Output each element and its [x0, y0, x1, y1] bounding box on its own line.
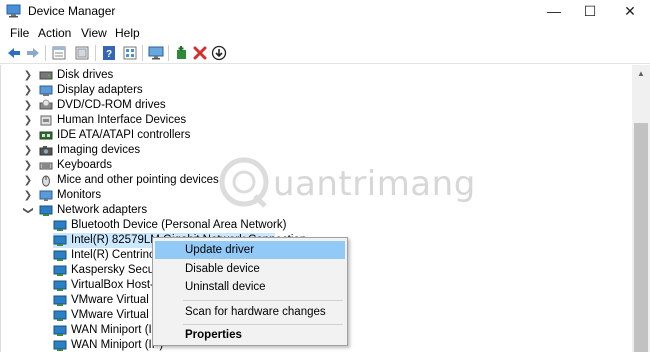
tree-label: DVD/CD-ROM drives	[57, 99, 166, 111]
tree-label: Keyboards	[57, 159, 112, 171]
view-icon[interactable]	[122, 45, 138, 61]
maximize-button[interactable]: ☐	[570, 0, 610, 23]
chevron-right-icon[interactable]: ❯	[23, 128, 33, 143]
device-manager-icon	[6, 4, 21, 18]
network-adapter-icon	[53, 295, 67, 306]
context-menu: Update driver Disable device Uninstall d…	[152, 237, 348, 346]
camera-icon	[39, 146, 53, 156]
tree-label: Monitors	[57, 189, 102, 201]
tree-category-ide[interactable]: ❯ IDE ATA/ATAPI controllers	[23, 128, 423, 143]
show-hidden-icon[interactable]	[74, 45, 90, 61]
network-adapter-icon	[53, 340, 67, 351]
tree-label: Human Interface Devices	[57, 114, 187, 126]
tree-label: Bluetooth Device (Personal Area Network)	[71, 219, 287, 231]
dvd-drive-icon	[39, 99, 53, 110]
network-adapter-icon	[39, 205, 53, 216]
ctx-separator	[183, 300, 343, 301]
tree-category-hid[interactable]: ❯ Human Interface Devices	[23, 113, 423, 128]
properties-icon[interactable]	[51, 45, 67, 61]
forward-icon[interactable]	[25, 45, 41, 61]
ctx-properties[interactable]: Properties	[155, 326, 345, 344]
hid-icon	[40, 115, 52, 126]
tree-category-imaging[interactable]: ❯ Imaging devices	[23, 143, 423, 158]
chevron-right-icon[interactable]: ❯	[23, 173, 33, 188]
tree-label: Imaging devices	[57, 144, 141, 156]
monitor-icon[interactable]	[148, 45, 164, 61]
tree-label: Disk drives	[57, 69, 114, 81]
network-adapter-icon	[53, 325, 67, 336]
ctx-disable-device[interactable]: Disable device	[155, 260, 345, 278]
ide-controller-icon	[39, 131, 53, 140]
chevron-right-icon[interactable]: ❯	[23, 158, 33, 173]
menu-file[interactable]: File	[10, 26, 29, 40]
chevron-right-icon[interactable]: ❯	[23, 143, 33, 158]
network-adapter-icon	[53, 250, 67, 261]
vertical-scrollbar[interactable]: ▲	[632, 65, 650, 352]
network-adapter-icon	[53, 220, 67, 231]
back-icon[interactable]	[6, 45, 22, 61]
ctx-update-driver[interactable]: Update driver	[155, 241, 345, 259]
network-adapter-icon	[53, 265, 67, 276]
tree-category-display-adapters[interactable]: ❯ Display adapters	[23, 83, 423, 98]
tree-label: Mice and other pointing devices	[57, 174, 219, 186]
display-adapter-icon	[39, 85, 53, 96]
mouse-icon	[42, 175, 50, 187]
network-adapter-icon	[53, 235, 67, 246]
uninstall-icon[interactable]	[192, 45, 208, 61]
keyboard-icon	[39, 162, 53, 170]
chevron-right-icon[interactable]: ❯	[23, 113, 33, 128]
add-driver-icon[interactable]	[174, 45, 190, 61]
tree-category-monitors[interactable]: ❯ Monitors	[23, 188, 423, 203]
tree-category-dvd-drives[interactable]: ❯ DVD/CD-ROM drives	[23, 98, 423, 113]
menu-action[interactable]: Action	[38, 26, 71, 40]
window-title: Device Manager	[28, 4, 116, 18]
tree-label: Display adapters	[57, 84, 143, 96]
tree-category-network-adapters[interactable]: ❯ Network adapters	[23, 203, 423, 218]
tree-item-adapter[interactable]: Bluetooth Device (Personal Area Network)	[53, 218, 453, 233]
help-icon[interactable]: ?	[101, 45, 117, 61]
chevron-right-icon[interactable]: ❯	[23, 68, 33, 83]
title-bar: Device Manager — ☐ ✕	[0, 0, 650, 23]
menu-help[interactable]: Help	[115, 26, 140, 40]
tree-label: IDE ATA/ATAPI controllers	[57, 129, 191, 141]
chevron-right-icon[interactable]: ❯	[23, 98, 33, 113]
menu-bar: File Action View Help	[0, 23, 650, 42]
minimize-button[interactable]: —	[534, 0, 574, 23]
network-adapter-icon	[53, 310, 67, 321]
close-button[interactable]: ✕	[610, 0, 650, 23]
menu-view[interactable]: View	[81, 26, 107, 40]
scroll-thumb[interactable]	[634, 123, 648, 352]
chevron-down-icon[interactable]: ❯	[21, 206, 36, 216]
tree-category-mice[interactable]: ❯ Mice and other pointing devices	[23, 173, 423, 188]
toolbar: ?	[0, 42, 650, 64]
svg-text:?: ?	[106, 49, 112, 60]
tree-category-disk-drives[interactable]: ❯ Disk drives	[23, 68, 423, 83]
scroll-up-icon[interactable]: ▲	[632, 65, 650, 82]
monitor-icon	[39, 190, 53, 201]
tree-label: Network adapters	[57, 204, 148, 216]
disk-drive-icon	[39, 71, 53, 80]
ctx-separator	[183, 324, 343, 325]
chevron-right-icon[interactable]: ❯	[23, 83, 33, 98]
tree-category-keyboards[interactable]: ❯ Keyboards	[23, 158, 423, 173]
ctx-scan-hardware[interactable]: Scan for hardware changes	[155, 303, 345, 321]
network-adapter-icon	[53, 280, 67, 291]
tree-label: WAN Miniport (IP)	[71, 339, 164, 351]
download-icon[interactable]	[211, 45, 227, 61]
ctx-uninstall-device[interactable]: Uninstall device	[155, 278, 345, 296]
chevron-right-icon[interactable]: ❯	[23, 188, 33, 203]
